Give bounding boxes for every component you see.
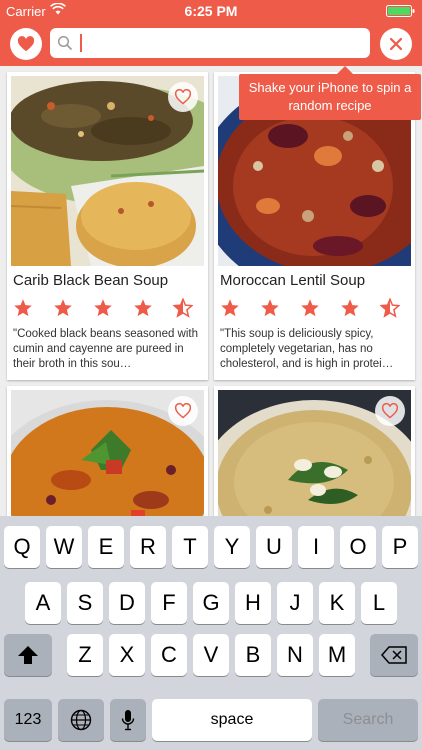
- key-j[interactable]: J: [277, 582, 313, 624]
- star-icon: [14, 299, 32, 317]
- key-i[interactable]: I: [298, 526, 334, 568]
- key-f[interactable]: F: [151, 582, 187, 624]
- clock: 6:25 PM: [184, 3, 238, 19]
- heart-outline-icon: [174, 89, 192, 105]
- status-bar: Carrier 6:25 PM: [0, 0, 422, 22]
- backspace-key[interactable]: [370, 634, 418, 676]
- tooltip-text: Shake your iPhone to spin a random recip…: [248, 80, 412, 113]
- key-b[interactable]: B: [235, 634, 271, 676]
- star-icon: [54, 299, 72, 317]
- key-s[interactable]: S: [67, 582, 103, 624]
- key-g[interactable]: G: [193, 582, 229, 624]
- recipe-description: "This soup is deliciously spicy, complet…: [220, 328, 394, 370]
- numbers-key[interactable]: 123: [4, 699, 52, 741]
- globe-icon: [70, 709, 92, 731]
- microphone-icon: [121, 710, 135, 731]
- key-p[interactable]: P: [382, 526, 418, 568]
- key-q[interactable]: Q: [4, 526, 40, 568]
- recipe-description: "Cooked black beans seasoned with cumin …: [13, 328, 199, 370]
- rating-stars: [13, 298, 193, 318]
- star-icon: [261, 299, 279, 317]
- key-r[interactable]: R: [130, 526, 166, 568]
- key-k[interactable]: K: [319, 582, 355, 624]
- shift-icon: [18, 646, 38, 664]
- key-z[interactable]: Z: [67, 634, 103, 676]
- star-icon: [134, 299, 152, 317]
- search-input[interactable]: [84, 28, 364, 58]
- text-cursor: [80, 34, 82, 52]
- key-e[interactable]: E: [88, 526, 124, 568]
- heart-outline-icon: [381, 403, 399, 419]
- recipe-title: Moroccan Lentil Soup: [220, 272, 366, 289]
- key-n[interactable]: N: [277, 634, 313, 676]
- key-c[interactable]: C: [151, 634, 187, 676]
- battery-icon: [386, 5, 415, 17]
- favorite-toggle[interactable]: [375, 396, 405, 426]
- search-key[interactable]: Search: [318, 699, 418, 741]
- shift-key[interactable]: [4, 634, 52, 676]
- key-w[interactable]: W: [46, 526, 82, 568]
- keyboard: QWERTYUIOP ASDFGHJKL ZXCVBNM 123 space S: [0, 516, 422, 750]
- favorite-toggle[interactable]: [168, 396, 198, 426]
- search-icon: [57, 35, 73, 51]
- backspace-icon: [381, 646, 407, 664]
- recipe-card[interactable]: [7, 386, 208, 526]
- space-key[interactable]: space: [152, 699, 312, 741]
- globe-key[interactable]: [58, 699, 104, 741]
- rating-stars: [220, 298, 400, 318]
- key-a[interactable]: A: [25, 582, 61, 624]
- key-t[interactable]: T: [172, 526, 208, 568]
- key-v[interactable]: V: [193, 634, 229, 676]
- key-x[interactable]: X: [109, 634, 145, 676]
- star-icon: [221, 299, 239, 317]
- star-icon: [301, 299, 319, 317]
- key-y[interactable]: Y: [214, 526, 250, 568]
- shake-tooltip: Shake your iPhone to spin a random recip…: [239, 66, 421, 120]
- tooltip-arrow: [337, 66, 353, 74]
- key-u[interactable]: U: [256, 526, 292, 568]
- header: Carrier 6:25 PM: [0, 0, 422, 66]
- favorite-toggle[interactable]: [168, 82, 198, 112]
- recipe-title: Carib Black Bean Soup: [13, 272, 169, 289]
- star-icon: [94, 299, 112, 317]
- key-o[interactable]: O: [340, 526, 376, 568]
- search-bar[interactable]: [50, 28, 370, 58]
- favorites-button[interactable]: [10, 28, 42, 60]
- key-h[interactable]: H: [235, 582, 271, 624]
- star-icon: [380, 298, 400, 318]
- star-icon: [341, 299, 359, 317]
- dictation-key[interactable]: [110, 699, 146, 741]
- recipe-card[interactable]: [214, 386, 415, 526]
- clear-search-button[interactable]: [380, 28, 412, 60]
- star-icon: [173, 298, 193, 318]
- key-m[interactable]: M: [319, 634, 355, 676]
- key-d[interactable]: D: [109, 582, 145, 624]
- close-icon: [389, 37, 403, 51]
- key-l[interactable]: L: [361, 582, 397, 624]
- heart-icon: [17, 36, 35, 52]
- heart-outline-icon: [174, 403, 192, 419]
- recipe-card[interactable]: Carib Black Bean Soup "Cooked black bean…: [7, 72, 208, 380]
